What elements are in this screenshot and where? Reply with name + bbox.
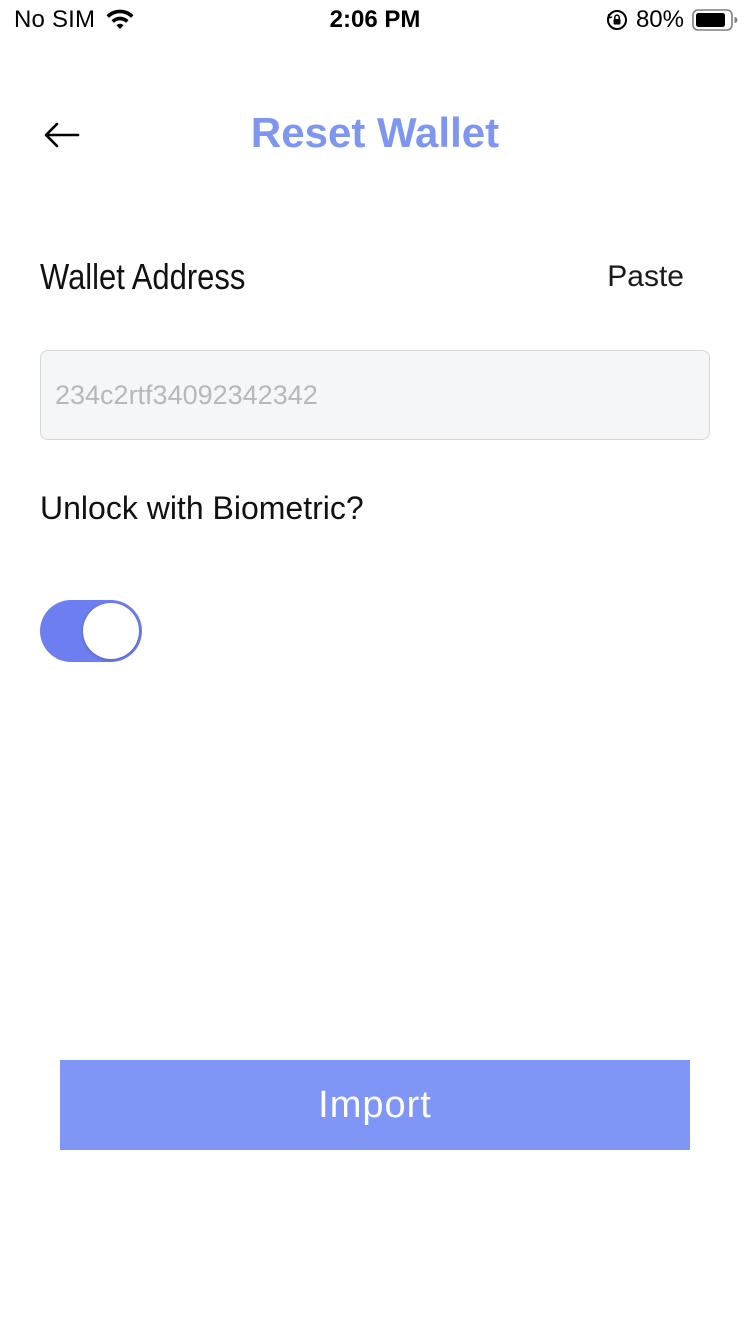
wallet-address-label: Wallet Address [40, 256, 246, 297]
header: Reset Wallet [0, 95, 750, 175]
page-title: Reset Wallet [250, 109, 500, 156]
wallet-address-input[interactable] [40, 350, 710, 440]
paste-button[interactable]: Paste [607, 260, 684, 294]
status-bar: No SIM 2:06 PM 80% [0, 0, 750, 40]
orientation-lock-icon [606, 9, 628, 31]
battery-percent: 80% [635, 6, 684, 33]
biometric-toggle[interactable] [40, 600, 142, 662]
import-button[interactable]: Import [60, 1060, 690, 1150]
biometric-label: Unlock with Biometric? [40, 490, 364, 526]
battery-icon [692, 9, 738, 31]
toggle-knob [83, 603, 139, 659]
reset-wallet-screen: No SIM 2:06 PM 80% Reset Wallet Wallet A… [0, 0, 750, 1334]
status-right: 80% [606, 6, 738, 34]
